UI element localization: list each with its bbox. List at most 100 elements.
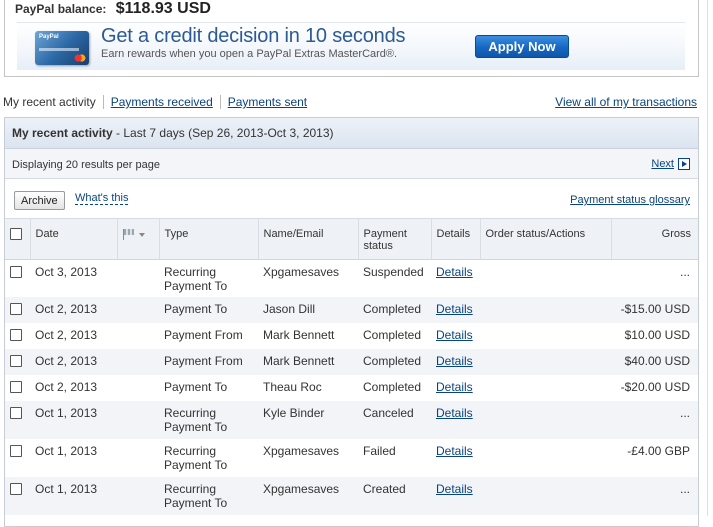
row-date: Oct 2, 2013 <box>30 349 117 375</box>
row-type: Recurring Payment To <box>164 264 228 293</box>
row-name: Xpgamesaves <box>263 264 340 279</box>
row-gross: -$15.00 USD <box>611 297 698 323</box>
row-date: Oct 2, 2013 <box>35 328 98 342</box>
row-flag <box>117 477 159 515</box>
table-row: Oct 3, 2013 Recurring Payment To Xpgames… <box>5 259 698 297</box>
credit-promo-banner[interactable]: PayPal Get a credit decision in 10 secon… <box>17 22 685 70</box>
row-type: Payment To <box>159 297 258 323</box>
row-type: Payment To <box>164 380 228 394</box>
column-type[interactable]: Type <box>159 219 259 260</box>
row-order-status <box>480 477 611 515</box>
select-all-checkbox[interactable] <box>10 228 22 240</box>
flag-icon <box>122 229 136 240</box>
transactions-table: Date Type Name/Email Payment status Deta… <box>5 219 698 515</box>
row-name: Mark Bennett <box>263 328 335 342</box>
panel-date-range: - Last 7 days (Sep 26, 2013-Oct 3, 2013) <box>112 126 334 140</box>
row-gross: $10.00 USD <box>624 328 690 342</box>
archive-button[interactable]: Archive <box>14 191 65 210</box>
promo-subtext: Earn rewards when you open a PayPal Extr… <box>101 48 398 60</box>
column-flag[interactable] <box>117 219 160 260</box>
row-details-link[interactable]: Details <box>436 328 473 342</box>
column-name-email[interactable]: Name/Email <box>258 219 359 260</box>
row-gross: ... <box>611 477 698 515</box>
row-flag <box>117 375 159 401</box>
row-checkbox[interactable] <box>10 355 22 367</box>
row-details-link[interactable]: Details <box>436 380 473 394</box>
panel-title: My recent activity - Last 7 days (Sep 26… <box>5 118 698 149</box>
table-row: Oct 1, 2013 Recurring Payment To Kyle Bi… <box>5 401 698 439</box>
row-checkbox[interactable] <box>10 303 22 315</box>
column-gross[interactable]: Gross <box>611 219 698 260</box>
row-type: Payment From <box>159 349 258 375</box>
row-checkbox[interactable] <box>10 265 22 278</box>
results-per-page-text: Displaying 20 results per page <box>12 159 160 171</box>
row-flag <box>117 349 159 375</box>
table-row: Oct 2, 2013 Payment To Jason Dill Comple… <box>5 297 698 323</box>
row-details-link[interactable]: Details <box>436 406 473 420</box>
row-date: Oct 1, 2013 <box>30 477 117 515</box>
row-order-status <box>480 323 611 349</box>
recent-activity-panel: My recent activity - Last 7 days (Sep 26… <box>4 117 699 527</box>
promo-headline: Get a credit decision in 10 seconds <box>101 25 406 47</box>
row-date: Oct 1, 2013 <box>30 401 117 439</box>
row-status: Canceled <box>358 401 431 439</box>
row-name: Mark Bennett <box>258 349 358 375</box>
row-details-link[interactable]: Details <box>436 482 473 496</box>
row-name: Jason Dill <box>258 297 358 323</box>
row-status: Completed <box>358 349 431 375</box>
row-order-status <box>480 349 611 375</box>
row-date: Oct 3, 2013 <box>35 264 98 279</box>
next-page[interactable]: Next <box>651 158 690 170</box>
apply-now-button[interactable]: Apply Now <box>475 35 569 58</box>
activity-tabs: My recent activity Payments received Payme… <box>3 95 314 111</box>
balance: PayPal balance: $118.93 USD <box>15 0 211 18</box>
column-date[interactable]: Date <box>30 219 118 260</box>
row-order-status <box>480 439 611 477</box>
next-arrow-icon[interactable] <box>678 158 690 170</box>
row-gross: -£4.00 GBP <box>627 444 690 458</box>
results-bar: Displaying 20 results per page Next <box>5 149 698 179</box>
tab-my-recent-activity[interactable]: My recent activity <box>3 95 103 109</box>
column-order-status: Order status/Actions <box>480 219 612 260</box>
flag-filter[interactable] <box>122 229 145 240</box>
row-order-status <box>480 375 611 401</box>
row-details-link[interactable]: Details <box>436 302 473 316</box>
row-status: Completed <box>363 380 422 394</box>
row-type: Payment From <box>164 328 243 342</box>
row-details-link[interactable]: Details <box>436 265 473 279</box>
table-row: Oct 2, 2013 Payment From Mark Bennett Co… <box>5 349 698 375</box>
row-gross: ... <box>679 264 690 279</box>
panel-title-main: My recent activity <box>12 126 113 140</box>
row-date: Oct 2, 2013 <box>35 380 98 394</box>
row-status: Created <box>358 477 431 515</box>
table-row: Oct 2, 2013 Payment From Mark Bennett Co… <box>5 323 698 349</box>
row-name: Kyle Binder <box>258 401 358 439</box>
whats-this-link[interactable]: What's this <box>75 192 129 205</box>
row-order-status <box>480 259 611 297</box>
next-page-link[interactable]: Next <box>651 158 674 170</box>
row-type: Recurring Payment To <box>164 444 228 472</box>
row-checkbox[interactable] <box>10 407 22 419</box>
payment-status-glossary-link[interactable]: Payment status glossary <box>570 194 690 206</box>
tab-payments-received[interactable]: Payments received <box>102 95 220 109</box>
row-flag <box>117 297 159 323</box>
view-all-transactions-link[interactable]: View all of my transactions <box>555 95 697 109</box>
window-edge <box>707 0 708 516</box>
row-checkbox[interactable] <box>10 483 22 495</box>
row-flag <box>117 401 159 439</box>
row-status: Completed <box>358 297 431 323</box>
select-all-header <box>5 219 31 260</box>
tab-payments-sent[interactable]: Payments sent <box>219 95 314 109</box>
card-logo: PayPal <box>39 34 59 40</box>
row-gross: ... <box>611 401 698 439</box>
row-details-link[interactable]: Details <box>436 444 473 458</box>
row-gross: $40.00 USD <box>611 349 698 375</box>
row-checkbox[interactable] <box>10 445 22 457</box>
row-details-link[interactable]: Details <box>436 354 473 368</box>
row-checkbox[interactable] <box>10 381 22 393</box>
column-payment-status[interactable]: Payment status <box>358 219 432 260</box>
row-date: Oct 2, 2013 <box>30 297 117 323</box>
table-row: Oct 2, 2013 Payment To Theau Roc Complet… <box>5 375 698 401</box>
row-date: Oct 1, 2013 <box>35 444 98 458</box>
row-checkbox[interactable] <box>10 329 22 341</box>
